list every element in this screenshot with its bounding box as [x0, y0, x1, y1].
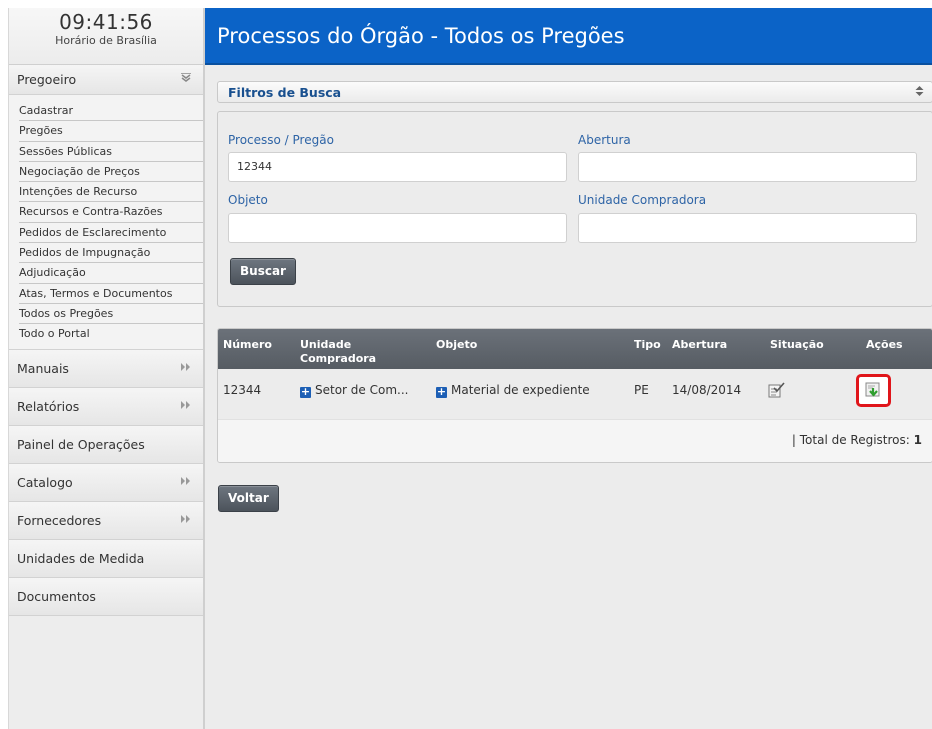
sidebar-section-catalogo[interactable]: Catalogo	[9, 463, 203, 502]
cell-numero: 12344	[223, 383, 262, 397]
sidebar: 09:41:56 Horário de Brasília Pregoeiro C…	[8, 8, 204, 729]
cell-objeto[interactable]: + Material de expediente	[436, 383, 590, 398]
submenu-item-todos-pregoes[interactable]: Todos os Pregões	[19, 304, 203, 325]
main-content: Processos do Órgão - Todos os Pregões Fi…	[204, 8, 932, 729]
header-numero: Número	[223, 338, 272, 351]
sidebar-section-pregoeiro[interactable]: Pregoeiro	[9, 65, 203, 95]
cell-unidade[interactable]: + Setor de Com...	[300, 383, 408, 398]
header-situacao: Situação	[770, 338, 824, 351]
sidebar-section-label: Pregoeiro	[17, 72, 77, 87]
header-tipo: Tipo	[634, 338, 661, 351]
sidebar-section-label: Catalogo	[17, 474, 73, 490]
unidade-input[interactable]	[578, 213, 917, 243]
sidebar-section-painel-operacoes[interactable]: Painel de Operações	[9, 425, 203, 464]
submenu-item-recursos[interactable]: Recursos e Contra-Razões	[19, 202, 203, 223]
processo-label: Processo / Pregão	[228, 133, 334, 147]
double-chevron-right-icon	[181, 362, 191, 374]
filters-title: Filtros de Busca	[228, 84, 342, 100]
back-button[interactable]: Voltar	[218, 485, 279, 512]
sidebar-section-label: Documentos	[17, 588, 96, 604]
plus-icon[interactable]: +	[300, 386, 311, 398]
submenu-item-intencoes-recurso[interactable]: Intenções de Recurso	[19, 182, 203, 203]
collapse-arrows-icon	[181, 72, 191, 86]
sidebar-section-label: Manuais	[17, 360, 69, 376]
download-action-highlight[interactable]	[856, 374, 891, 407]
abertura-label: Abertura	[578, 133, 631, 147]
cell-objeto-text: Material de expediente	[451, 383, 590, 397]
sidebar-section-manuais[interactable]: Manuais	[9, 349, 203, 388]
table-footer: | Total de Registros: 1	[218, 419, 932, 462]
total-label: | Total de Registros:	[791, 433, 910, 447]
filters-header[interactable]: Filtros de Busca	[217, 81, 932, 103]
double-chevron-right-icon	[181, 514, 191, 526]
header-abertura: Abertura	[672, 338, 728, 351]
sidebar-section-label: Fornecedores	[17, 512, 102, 528]
search-button[interactable]: Buscar	[230, 258, 296, 285]
sidebar-section-fornecedores[interactable]: Fornecedores	[9, 501, 203, 540]
objeto-input[interactable]	[228, 213, 567, 243]
clock: 09:41:56 Horário de Brasília	[9, 8, 203, 65]
submenu-item-pregoes[interactable]: Pregões	[19, 121, 203, 142]
double-chevron-right-icon	[181, 476, 191, 488]
table-header: Número Unidade Compradora Objeto Tipo Ab…	[218, 329, 932, 369]
filters-panel: Processo / Pregão 12344 Abertura Objeto …	[217, 111, 932, 307]
sidebar-section-label: Relatórios	[17, 398, 80, 414]
sidebar-section-unidades-medida[interactable]: Unidades de Medida	[9, 539, 203, 578]
processo-input[interactable]: 12344	[228, 152, 567, 182]
submenu-item-esclarecimento[interactable]: Pedidos de Esclarecimento	[19, 223, 203, 244]
header-unidade: Unidade Compradora	[300, 338, 377, 365]
submenu-item-atas[interactable]: Atas, Termos e Documentos	[19, 284, 203, 304]
sidebar-section-documentos[interactable]: Documentos	[9, 577, 203, 616]
submenu-item-adjudicacao[interactable]: Adjudicação	[19, 263, 203, 284]
objeto-label: Objeto	[228, 193, 268, 207]
submenu-item-sessoes-publicas[interactable]: Sessões Públicas	[19, 142, 203, 162]
unidade-label: Unidade Compradora	[578, 193, 707, 207]
submenu-item-todo-portal[interactable]: Todo o Portal	[19, 324, 203, 344]
table-row: 12344 + Setor de Com... + Material de expe…	[218, 369, 932, 419]
abertura-input[interactable]	[578, 152, 917, 182]
download-document-icon[interactable]	[865, 382, 882, 399]
total-value: 1	[913, 433, 922, 447]
cell-unidade-text: Setor de Com...	[315, 383, 409, 397]
page-title: Processos do Órgão - Todos os Pregões	[205, 8, 932, 65]
submenu-item-impugnacao[interactable]: Pedidos de Impugnação	[19, 243, 203, 264]
sidebar-section-label: Unidades de Medida	[17, 550, 145, 566]
submenu-item-negociacao-precos[interactable]: Negociação de Preços	[19, 162, 203, 183]
cell-abertura: 14/08/2014	[672, 383, 742, 397]
double-chevron-right-icon	[181, 400, 191, 412]
results-table: Número Unidade Compradora Objeto Tipo Ab…	[217, 328, 932, 463]
pregoeiro-submenu: Cadastrar Pregões Sessões Públicas Negoc…	[9, 95, 203, 350]
plus-icon[interactable]: +	[436, 386, 447, 398]
clock-timezone: Horário de Brasília	[55, 34, 157, 47]
clock-time: 09:41:56	[59, 10, 153, 34]
sidebar-section-relatorios[interactable]: Relatórios	[9, 387, 203, 426]
sidebar-section-label: Painel de Operações	[17, 436, 145, 452]
header-acoes: Ações	[866, 338, 903, 351]
header-objeto: Objeto	[436, 338, 478, 351]
checklist-icon[interactable]	[768, 382, 785, 401]
cell-tipo: PE	[634, 383, 649, 397]
submenu-item-cadastrar[interactable]: Cadastrar	[19, 101, 203, 122]
sort-toggle-icon[interactable]	[915, 85, 924, 99]
